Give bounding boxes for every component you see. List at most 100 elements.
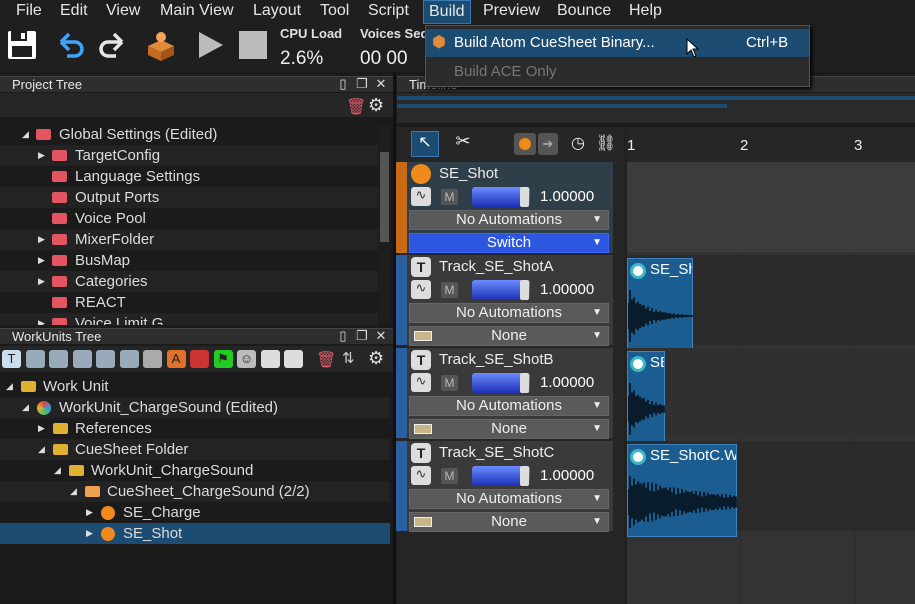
mute-button[interactable]: M: [441, 375, 458, 391]
collapse-arrow-icon[interactable]: ◢: [22, 124, 29, 145]
automation-dropdown[interactable]: No Automations ▼: [409, 489, 609, 509]
volume-slider-handle[interactable]: [520, 373, 529, 393]
build-cuesheet-binary-item[interactable]: ⬢ Build Atom CueSheet Binary... Ctrl+B: [426, 29, 809, 57]
redo-icon[interactable]: [96, 28, 134, 66]
maximize-icon[interactable]: ❐: [355, 329, 369, 343]
maximize-icon[interactable]: ❐: [355, 77, 369, 91]
build-ace-only-item[interactable]: Build ACE Only: [426, 58, 809, 86]
speaker-icon[interactable]: [143, 350, 162, 368]
record-icon[interactable]: [514, 133, 536, 155]
text-icon[interactable]: T: [2, 350, 21, 368]
project-tree-scrollbar[interactable]: [379, 124, 390, 324]
track-icon[interactable]: [72, 350, 92, 368]
expand-arrow-icon[interactable]: ▶: [86, 502, 93, 523]
tree-item[interactable]: ▶ SE_Charge: [0, 502, 390, 523]
menu-layout[interactable]: Layout: [253, 2, 301, 20]
tree-item[interactable]: ▶ Categories: [0, 271, 378, 292]
tree-item[interactable]: ▶ TargetConfig: [0, 145, 378, 166]
waveform-icon[interactable]: ∿: [411, 280, 431, 299]
sort-icon[interactable]: ⇅: [342, 349, 355, 367]
tree-item[interactable]: ◢ CueSheet Folder: [0, 439, 390, 460]
volume-slider-handle[interactable]: [520, 280, 529, 300]
pin-icon[interactable]: ▯: [336, 329, 350, 343]
mute-button[interactable]: M: [441, 282, 458, 298]
undo-icon[interactable]: [53, 28, 91, 66]
menu-tool[interactable]: Tool: [320, 2, 349, 20]
waveform-clip[interactable]: SE_ShotC.W: [627, 444, 737, 537]
expand-arrow-icon[interactable]: ▶: [38, 313, 45, 325]
tree-item[interactable]: ▶ SE_Shot: [0, 523, 390, 544]
clock-icon[interactable]: ◷: [568, 133, 588, 155]
collapse-arrow-icon[interactable]: ◢: [22, 397, 29, 418]
volume-slider-handle[interactable]: [520, 466, 529, 486]
flag-icon[interactable]: ⚑: [213, 350, 233, 368]
automation-dropdown[interactable]: No Automations ▼: [409, 396, 609, 416]
waveform-clip[interactable]: SE_Sh: [627, 258, 693, 351]
selector-dropdown[interactable]: None ▼: [409, 512, 609, 532]
timeline-lane[interactable]: [627, 162, 915, 252]
tree-item[interactable]: ◢ WorkUnit_ChargeSound (Edited): [0, 397, 390, 418]
track-icon[interactable]: [49, 350, 68, 368]
selector-dropdown[interactable]: None ▼: [409, 419, 609, 439]
timeline-lane[interactable]: [627, 348, 915, 438]
save-icon[interactable]: [5, 28, 43, 66]
expand-arrow-icon[interactable]: ▶: [86, 523, 93, 544]
clapper-icon[interactable]: [260, 350, 280, 368]
volume-slider-handle[interactable]: [520, 187, 529, 207]
expand-arrow-icon[interactable]: ▶: [38, 418, 45, 439]
collapse-arrow-icon[interactable]: ◢: [6, 376, 13, 397]
menu-script[interactable]: Script: [368, 2, 409, 20]
select-tool-icon[interactable]: ↖: [411, 131, 439, 157]
build-icon[interactable]: [144, 28, 182, 66]
mute-button[interactable]: M: [441, 468, 458, 484]
track-icon[interactable]: [25, 350, 45, 368]
collapse-arrow-icon[interactable]: ◢: [70, 481, 77, 502]
tree-item[interactable]: ◢ Work Unit: [0, 376, 390, 397]
trash-icon[interactable]: 🗑: [316, 350, 336, 370]
gear-icon[interactable]: ⚙: [368, 348, 384, 369]
track-icon[interactable]: [96, 350, 115, 368]
menu-preview[interactable]: Preview: [483, 2, 540, 20]
waveform-icon[interactable]: [119, 350, 139, 368]
close-icon[interactable]: ✕: [374, 329, 388, 343]
automation-dropdown[interactable]: No Automations ▼: [409, 303, 609, 323]
tree-item[interactable]: ▶ MixerFolder: [0, 229, 378, 250]
menu-bounce[interactable]: Bounce: [557, 2, 611, 20]
clapper-icon[interactable]: [284, 350, 303, 368]
menu-main-view[interactable]: Main View: [160, 2, 234, 20]
menu-edit[interactable]: Edit: [60, 2, 88, 20]
stop-icon[interactable]: [236, 28, 274, 66]
tree-item[interactable]: ▶ BusMap: [0, 250, 378, 271]
expand-arrow-icon[interactable]: ▶: [38, 250, 45, 271]
collapse-arrow-icon[interactable]: ◢: [54, 460, 61, 481]
tree-item[interactable]: ▶ Voice Limit G: [0, 313, 378, 325]
collapse-arrow-icon[interactable]: ◢: [38, 439, 45, 460]
menu-help[interactable]: Help: [629, 2, 662, 20]
tree-item[interactable]: ◢ Global Settings (Edited): [0, 124, 378, 145]
gradient-icon[interactable]: [190, 350, 209, 368]
gear-icon[interactable]: ⚙: [368, 95, 384, 116]
waveform-icon[interactable]: ∿: [411, 373, 431, 392]
cut-tool-icon[interactable]: ✂: [450, 131, 476, 157]
tree-item[interactable]: Voice Pool: [0, 208, 378, 229]
mute-button[interactable]: M: [441, 189, 458, 205]
tree-item[interactable]: ▶ References: [0, 418, 390, 439]
waveform-clip[interactable]: SE: [627, 351, 665, 444]
close-icon[interactable]: ✕: [374, 77, 388, 91]
selector-dropdown[interactable]: None ▼: [409, 326, 609, 346]
forward-icon[interactable]: ➔: [538, 133, 558, 155]
link-icon[interactable]: ⛓: [595, 133, 617, 155]
tree-item[interactable]: ◢ WorkUnit_ChargeSound: [0, 460, 390, 481]
selector-dropdown[interactable]: Switch ▼: [409, 233, 609, 253]
menu-file[interactable]: File: [16, 2, 42, 20]
expand-arrow-icon[interactable]: ▶: [38, 145, 45, 166]
trash-icon[interactable]: 🗑: [346, 97, 366, 117]
tree-item[interactable]: Output Ports: [0, 187, 378, 208]
tree-item[interactable]: ◢ CueSheet_ChargeSound (2/2): [0, 481, 390, 502]
pin-icon[interactable]: ▯: [336, 77, 350, 91]
mask-icon[interactable]: ☺: [237, 350, 256, 368]
expand-arrow-icon[interactable]: ▶: [38, 229, 45, 250]
expand-arrow-icon[interactable]: ▶: [38, 271, 45, 292]
acb-icon[interactable]: A: [166, 350, 186, 368]
tree-item[interactable]: Language Settings: [0, 166, 378, 187]
